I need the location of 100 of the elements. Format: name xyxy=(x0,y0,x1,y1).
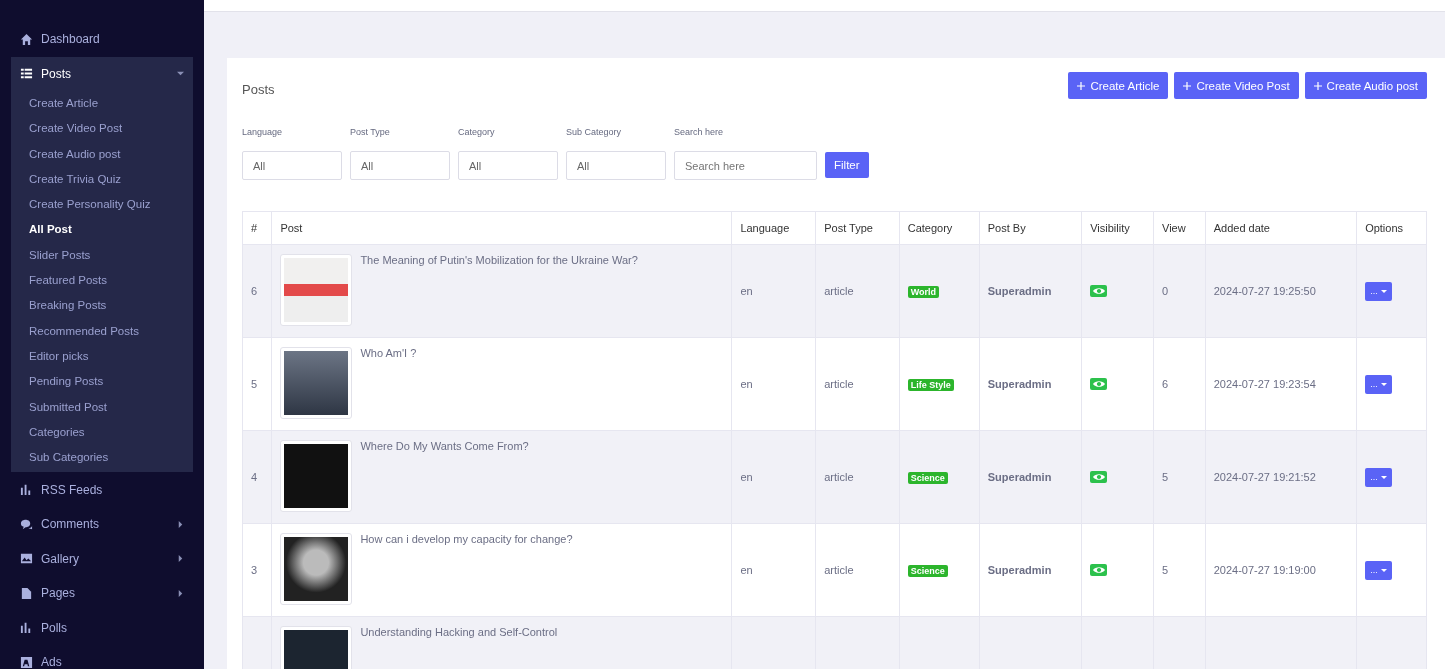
search-field[interactable]: Search here xyxy=(674,151,817,180)
caret-icon xyxy=(1380,475,1387,479)
document-icon xyxy=(20,586,33,600)
caret-icon xyxy=(1380,382,1387,386)
caret-icon xyxy=(1380,289,1387,293)
column-header: Category xyxy=(899,211,980,245)
table-cell: Superadmin xyxy=(979,244,1082,338)
post-title[interactable]: The Meaning of Putin's Mobilization for the Ukraine War? xyxy=(360,254,638,266)
plus-icon xyxy=(1313,81,1322,90)
submenu-item[interactable]: Breaking Posts xyxy=(11,293,193,319)
table-cell: article xyxy=(815,337,900,431)
plus-icon xyxy=(1183,81,1192,90)
sidebar-item[interactable]: Comments xyxy=(11,506,193,542)
caret-icon xyxy=(177,589,184,597)
sidebar-item[interactable]: Ads xyxy=(11,644,193,669)
table-cell: article xyxy=(815,244,900,338)
submenu-item[interactable]: Categories xyxy=(11,419,193,446)
filter-label: Language xyxy=(242,127,284,137)
filter-label: Post Type xyxy=(350,127,391,137)
post-title[interactable]: Where Do My Wants Come From? xyxy=(360,440,529,452)
sidebar-item[interactable]: Dashboard xyxy=(11,22,193,57)
filter-select[interactable]: All xyxy=(350,151,450,180)
caret-icon xyxy=(177,520,184,528)
ad-icon xyxy=(20,655,33,669)
table-cell: 0 xyxy=(1153,244,1206,338)
bar-chart-icon xyxy=(20,621,33,635)
column-header: Language xyxy=(731,211,816,245)
table-cell: en xyxy=(731,337,816,431)
filter-select[interactable]: All xyxy=(566,151,666,180)
submenu-item[interactable]: Featured Posts xyxy=(11,268,193,294)
sidebar-item[interactable]: Gallery xyxy=(11,541,193,576)
filter-label: Category xyxy=(458,127,496,137)
table-cell: article xyxy=(815,523,900,617)
submenu-item[interactable]: Sub Categories xyxy=(11,445,193,471)
submenu-item[interactable]: All Post xyxy=(11,217,193,243)
bar-chart-icon xyxy=(20,483,33,497)
chat-bubbles-icon xyxy=(20,517,33,531)
page-title: Posts xyxy=(242,82,275,97)
filter-label: Sub Category xyxy=(566,127,623,137)
category-badge: World xyxy=(907,286,940,298)
category-badge: Science xyxy=(907,565,948,577)
sidebar-item[interactable]: Pages xyxy=(11,575,193,611)
filter-button[interactable]: Filter xyxy=(825,152,869,178)
sidebar-item[interactable]: Posts xyxy=(11,56,193,91)
options-dropdown[interactable]: ... xyxy=(1365,467,1393,487)
table-cell: 5 xyxy=(1153,430,1206,524)
column-header: Post Type xyxy=(815,211,900,245)
column-header: Visibility xyxy=(1081,211,1154,245)
create-button[interactable]: Create Article xyxy=(1068,72,1169,99)
submenu-item[interactable]: Create Trivia Quiz xyxy=(11,166,193,193)
submenu-item[interactable]: Create Audio post xyxy=(11,141,193,167)
create-button[interactable]: Create Video Post xyxy=(1174,72,1299,99)
filter-select[interactable]: All xyxy=(458,151,558,180)
home-icon xyxy=(20,32,33,46)
column-header: Added date xyxy=(1205,211,1357,245)
table-cell: 2024-07-27 19:19:00 xyxy=(1205,523,1357,617)
caret-icon xyxy=(177,555,184,563)
table-cell: 5 xyxy=(1153,523,1206,617)
column-header: Post By xyxy=(979,211,1082,245)
row-number: 6 xyxy=(242,244,272,338)
category-badge: Life Style xyxy=(907,379,954,391)
submenu-item[interactable]: Recommended Posts xyxy=(11,318,193,344)
options-dropdown[interactable]: ... xyxy=(1365,560,1393,580)
submenu-item[interactable]: Slider Posts xyxy=(11,242,193,269)
column-header: Post xyxy=(271,211,732,245)
options-dropdown[interactable]: ... xyxy=(1365,374,1393,394)
filter-select[interactable]: All xyxy=(242,151,342,180)
table-cell: en xyxy=(731,244,816,338)
post-title[interactable]: Understanding Hacking and Self-Control xyxy=(360,626,558,638)
image-icon xyxy=(20,552,33,566)
options-dropdown[interactable]: ... xyxy=(1365,281,1393,301)
post-title[interactable]: How can i develop my capacity for change? xyxy=(360,533,573,545)
submenu-item[interactable]: Editor picks xyxy=(11,343,193,370)
table-cell: Superadmin xyxy=(979,337,1082,431)
post-title[interactable]: Who Am'I ? xyxy=(360,347,417,359)
table-cell: en xyxy=(731,523,816,617)
caret-icon xyxy=(177,70,184,78)
list-icon xyxy=(20,67,33,81)
column-header: # xyxy=(242,211,272,245)
sidebar-item[interactable]: RSS Feeds xyxy=(11,472,193,507)
table-cell: Superadmin xyxy=(979,430,1082,524)
table-cell: 2024-07-27 19:21:52 xyxy=(1205,430,1357,524)
row-number: 4 xyxy=(242,430,272,524)
table-cell: 6 xyxy=(1153,337,1206,431)
category-badge: Science xyxy=(907,472,948,484)
row-number: 5 xyxy=(242,337,272,431)
submenu-item[interactable]: Create Article xyxy=(11,91,193,117)
table-cell: en xyxy=(731,430,816,524)
table-cell: 2024-07-27 19:25:50 xyxy=(1205,244,1357,338)
sidebar-item[interactable]: Polls xyxy=(11,610,193,645)
column-header: View xyxy=(1153,211,1206,245)
submenu-item[interactable]: Create Personality Quiz xyxy=(11,192,193,218)
caret-icon xyxy=(1380,568,1387,572)
create-button[interactable]: Create Audio post xyxy=(1304,72,1427,99)
row-number: 3 xyxy=(242,523,272,617)
filter-label: Search here xyxy=(674,127,725,137)
submenu-item[interactable]: Create Video Post xyxy=(11,116,193,142)
table-cell: article xyxy=(815,430,900,524)
submenu-item[interactable]: Submitted Post xyxy=(11,394,193,420)
submenu-item[interactable]: Pending Posts xyxy=(11,369,193,395)
